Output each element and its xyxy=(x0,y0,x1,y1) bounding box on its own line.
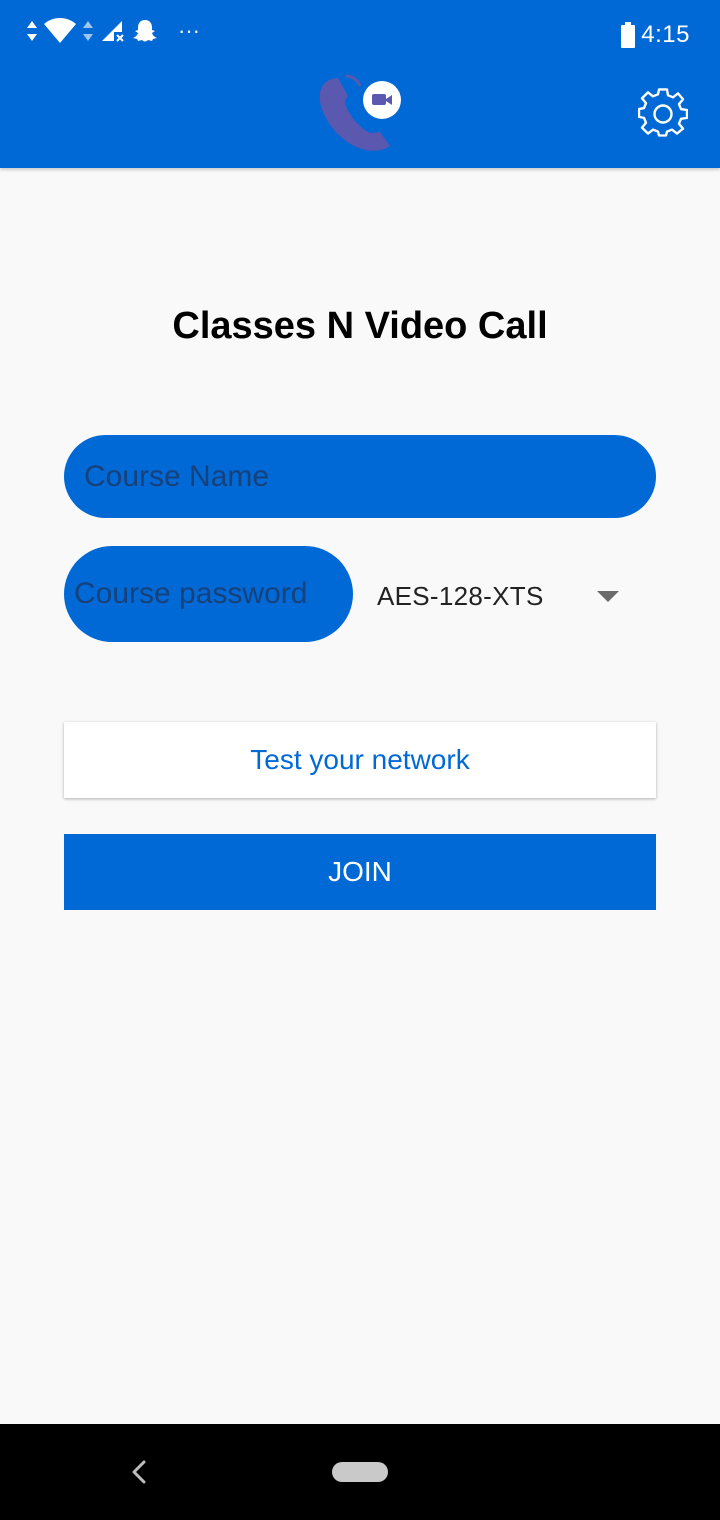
test-network-button[interactable]: Test your network xyxy=(64,722,656,798)
page-title: Classes N Video Call xyxy=(172,305,548,347)
data-arrows-icon xyxy=(27,21,37,41)
back-chevron-icon[interactable] xyxy=(120,1452,160,1492)
snapchat-icon xyxy=(133,20,157,42)
dropdown-arrow-icon xyxy=(597,591,619,602)
encryption-mode-value: AES-128-XTS xyxy=(377,580,544,611)
signal-off-icon xyxy=(102,21,124,42)
join-button[interactable]: JOIN xyxy=(64,834,656,910)
course-name-input[interactable] xyxy=(64,435,656,518)
battery-icon xyxy=(621,22,636,48)
phone-video-call-logo xyxy=(319,74,401,151)
app-header: ··· 4:15 xyxy=(0,0,720,168)
home-pill-icon[interactable] xyxy=(332,1462,388,1482)
gear-icon[interactable] xyxy=(638,88,688,138)
wifi-icon xyxy=(44,18,76,43)
more-notifications-icon: ··· xyxy=(178,18,200,43)
data-arrows-icon xyxy=(83,21,93,41)
status-bar: ··· 4:15 xyxy=(0,0,720,64)
status-icons-right: 4:15 xyxy=(621,18,690,52)
status-time: 4:15 xyxy=(641,21,690,48)
encryption-mode-select[interactable]: AES-128-XTS xyxy=(377,566,627,626)
status-icons-left: ··· xyxy=(26,14,200,48)
course-password-input[interactable] xyxy=(64,546,353,642)
